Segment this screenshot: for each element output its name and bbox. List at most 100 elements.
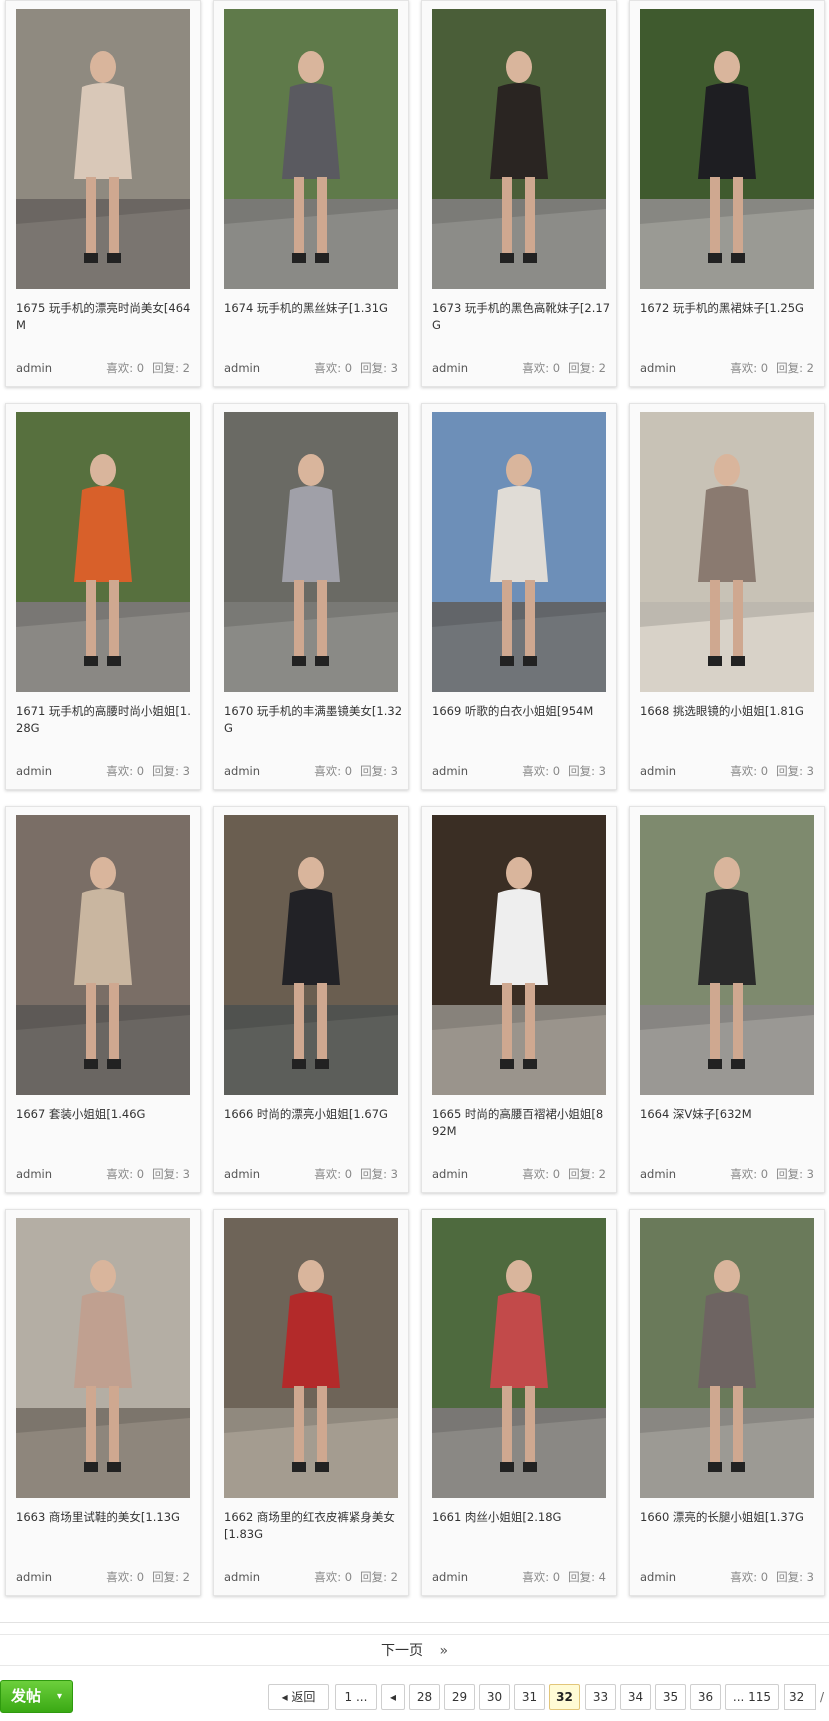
page-35[interactable]: 35 bbox=[655, 1684, 686, 1710]
thread-title[interactable]: 1664 深V妹子[632M bbox=[640, 1106, 818, 1123]
next-page-bar[interactable]: 下一页 » bbox=[0, 1634, 829, 1666]
thread-thumbnail[interactable] bbox=[432, 9, 606, 289]
thread-thumbnail[interactable] bbox=[224, 815, 398, 1095]
thread-card[interactable]: 1660 漂亮的长腿小姐姐[1.37G admin 喜欢: 0 回复: 3 bbox=[629, 1209, 825, 1596]
thread-card[interactable]: 1675 玩手机的漂亮时尚美女[464M admin 喜欢: 0 回复: 2 bbox=[5, 0, 201, 387]
thread-thumbnail[interactable] bbox=[640, 412, 814, 692]
thread-card[interactable]: 1670 玩手机的丰满墨镜美女[1.32G admin 喜欢: 0 回复: 3 bbox=[213, 403, 409, 790]
thread-title[interactable]: 1667 套装小姐姐[1.46G bbox=[16, 1106, 194, 1123]
thread-card[interactable]: 1664 深V妹子[632M admin 喜欢: 0 回复: 3 bbox=[629, 806, 825, 1193]
thread-thumbnail[interactable] bbox=[640, 815, 814, 1095]
thread-author[interactable]: admin bbox=[640, 359, 676, 377]
thread-title[interactable]: 1674 玩手机的黑丝妹子[1.31G bbox=[224, 300, 402, 317]
thread-meta: admin 喜欢: 0 回复: 3 bbox=[16, 1165, 190, 1183]
thread-thumbnail[interactable] bbox=[224, 9, 398, 289]
thread-title[interactable]: 1668 挑选眼镜的小姐姐[1.81G bbox=[640, 703, 818, 720]
page-prev-button[interactable]: ◂ bbox=[381, 1684, 405, 1710]
thread-author[interactable]: admin bbox=[16, 1568, 52, 1586]
thread-title[interactable]: 1663 商场里试鞋的美女[1.13G bbox=[16, 1509, 194, 1526]
thread-replies: 回复: 2 bbox=[152, 1570, 190, 1584]
thread-replies: 回复: 3 bbox=[568, 764, 606, 778]
thread-title[interactable]: 1675 玩手机的漂亮时尚美女[464M bbox=[16, 300, 194, 334]
thread-meta: admin 喜欢: 0 回复: 4 bbox=[432, 1568, 606, 1586]
thread-author[interactable]: admin bbox=[224, 1568, 260, 1586]
thread-author[interactable]: admin bbox=[224, 359, 260, 377]
thread-meta: admin 喜欢: 0 回复: 2 bbox=[432, 359, 606, 377]
thread-author[interactable]: admin bbox=[16, 762, 52, 780]
thread-thumbnail[interactable] bbox=[640, 1218, 814, 1498]
thread-title[interactable]: 1670 玩手机的丰满墨镜美女[1.32G bbox=[224, 703, 402, 737]
thread-stats: 喜欢: 0 回复: 2 bbox=[722, 359, 814, 377]
thread-thumbnail[interactable] bbox=[224, 1218, 398, 1498]
thread-meta: admin 喜欢: 0 回复: 2 bbox=[432, 1165, 606, 1183]
page-33[interactable]: 33 bbox=[585, 1684, 616, 1710]
thread-stats: 喜欢: 0 回复: 3 bbox=[306, 762, 398, 780]
thread-thumbnail[interactable] bbox=[16, 9, 190, 289]
thread-author[interactable]: admin bbox=[432, 1165, 468, 1183]
thread-title[interactable]: 1662 商场里的红衣皮裤紧身美女[1.83G bbox=[224, 1509, 402, 1543]
page-first[interactable]: 1 ... bbox=[335, 1684, 377, 1710]
thread-card[interactable]: 1667 套装小姐姐[1.46G admin 喜欢: 0 回复: 3 bbox=[5, 806, 201, 1193]
thread-thumbnail[interactable] bbox=[432, 815, 606, 1095]
thread-replies: 回复: 2 bbox=[360, 1570, 398, 1584]
thread-thumbnail[interactable] bbox=[224, 412, 398, 692]
back-button[interactable]: ◂ 返回 bbox=[268, 1684, 329, 1710]
thread-author[interactable]: admin bbox=[640, 762, 676, 780]
thread-stats: 喜欢: 0 回复: 3 bbox=[514, 762, 606, 780]
thread-thumbnail[interactable] bbox=[432, 1218, 606, 1498]
thread-title[interactable]: 1666 时尚的漂亮小姐姐[1.67G bbox=[224, 1106, 402, 1123]
thread-stats: 喜欢: 0 回复: 2 bbox=[514, 359, 606, 377]
page-slash: / bbox=[820, 1690, 825, 1704]
thread-thumbnail[interactable] bbox=[16, 815, 190, 1095]
thread-meta: admin 喜欢: 0 回复: 3 bbox=[224, 762, 398, 780]
thread-thumbnail[interactable] bbox=[16, 1218, 190, 1498]
thread-title[interactable]: 1672 玩手机的黑裙妹子[1.25G bbox=[640, 300, 818, 317]
thread-replies: 回复: 3 bbox=[776, 1167, 814, 1181]
thread-title[interactable]: 1671 玩手机的高腰时尚小姐姐[1.28G bbox=[16, 703, 194, 737]
thread-stats: 喜欢: 0 回复: 3 bbox=[306, 359, 398, 377]
thread-replies: 回复: 3 bbox=[360, 764, 398, 778]
next-page-label[interactable]: 下一页 bbox=[381, 1643, 423, 1659]
thread-author[interactable]: admin bbox=[640, 1165, 676, 1183]
page-28[interactable]: 28 bbox=[409, 1684, 440, 1710]
thread-author[interactable]: admin bbox=[224, 762, 260, 780]
thread-title[interactable]: 1661 肉丝小姐姐[2.18G bbox=[432, 1509, 610, 1526]
thread-author[interactable]: admin bbox=[432, 1568, 468, 1586]
thread-replies: 回复: 2 bbox=[152, 361, 190, 375]
thread-author[interactable]: admin bbox=[432, 359, 468, 377]
thread-card[interactable]: 1673 玩手机的黑色高靴妹子[2.17G admin 喜欢: 0 回复: 2 bbox=[421, 0, 617, 387]
page-36[interactable]: 36 bbox=[690, 1684, 721, 1710]
thread-author[interactable]: admin bbox=[16, 359, 52, 377]
thread-meta: admin 喜欢: 0 回复: 3 bbox=[640, 1568, 814, 1586]
page-current[interactable]: 32 bbox=[549, 1684, 580, 1710]
thread-thumbnail[interactable] bbox=[16, 412, 190, 692]
thread-card[interactable]: 1668 挑选眼镜的小姐姐[1.81G admin 喜欢: 0 回复: 3 bbox=[629, 403, 825, 790]
page-34[interactable]: 34 bbox=[620, 1684, 651, 1710]
thread-likes: 喜欢: 0 bbox=[314, 1167, 353, 1181]
page-last[interactable]: ... 115 bbox=[725, 1684, 779, 1710]
thread-thumbnail[interactable] bbox=[432, 412, 606, 692]
page-jump-input[interactable]: 32 bbox=[784, 1684, 816, 1710]
thread-card[interactable]: 1663 商场里试鞋的美女[1.13G admin 喜欢: 0 回复: 2 bbox=[5, 1209, 201, 1596]
thread-card[interactable]: 1666 时尚的漂亮小姐姐[1.67G admin 喜欢: 0 回复: 3 bbox=[213, 806, 409, 1193]
thread-card[interactable]: 1671 玩手机的高腰时尚小姐姐[1.28G admin 喜欢: 0 回复: 3 bbox=[5, 403, 201, 790]
next-page-arrow-icon[interactable]: » bbox=[439, 1643, 448, 1659]
thread-title[interactable]: 1660 漂亮的长腿小姐姐[1.37G bbox=[640, 1509, 818, 1526]
thread-title[interactable]: 1673 玩手机的黑色高靴妹子[2.17G bbox=[432, 300, 610, 334]
thread-author[interactable]: admin bbox=[224, 1165, 260, 1183]
thread-card[interactable]: 1674 玩手机的黑丝妹子[1.31G admin 喜欢: 0 回复: 3 bbox=[213, 0, 409, 387]
thread-card[interactable]: 1672 玩手机的黑裙妹子[1.25G admin 喜欢: 0 回复: 2 bbox=[629, 0, 825, 387]
thread-card[interactable]: 1665 时尚的高腰百褶裙小姐姐[892M admin 喜欢: 0 回复: 2 bbox=[421, 806, 617, 1193]
thread-card[interactable]: 1662 商场里的红衣皮裤紧身美女[1.83G admin 喜欢: 0 回复: 2 bbox=[213, 1209, 409, 1596]
page-31[interactable]: 31 bbox=[514, 1684, 545, 1710]
page-30[interactable]: 30 bbox=[479, 1684, 510, 1710]
thread-card[interactable]: 1661 肉丝小姐姐[2.18G admin 喜欢: 0 回复: 4 bbox=[421, 1209, 617, 1596]
thread-card[interactable]: 1669 听歌的白衣小姐姐[954M admin 喜欢: 0 回复: 3 bbox=[421, 403, 617, 790]
thread-title[interactable]: 1665 时尚的高腰百褶裙小姐姐[892M bbox=[432, 1106, 610, 1140]
thread-title[interactable]: 1669 听歌的白衣小姐姐[954M bbox=[432, 703, 610, 720]
thread-author[interactable]: admin bbox=[432, 762, 468, 780]
thread-author[interactable]: admin bbox=[640, 1568, 676, 1586]
thread-author[interactable]: admin bbox=[16, 1165, 52, 1183]
page-29[interactable]: 29 bbox=[444, 1684, 475, 1710]
thread-thumbnail[interactable] bbox=[640, 9, 814, 289]
